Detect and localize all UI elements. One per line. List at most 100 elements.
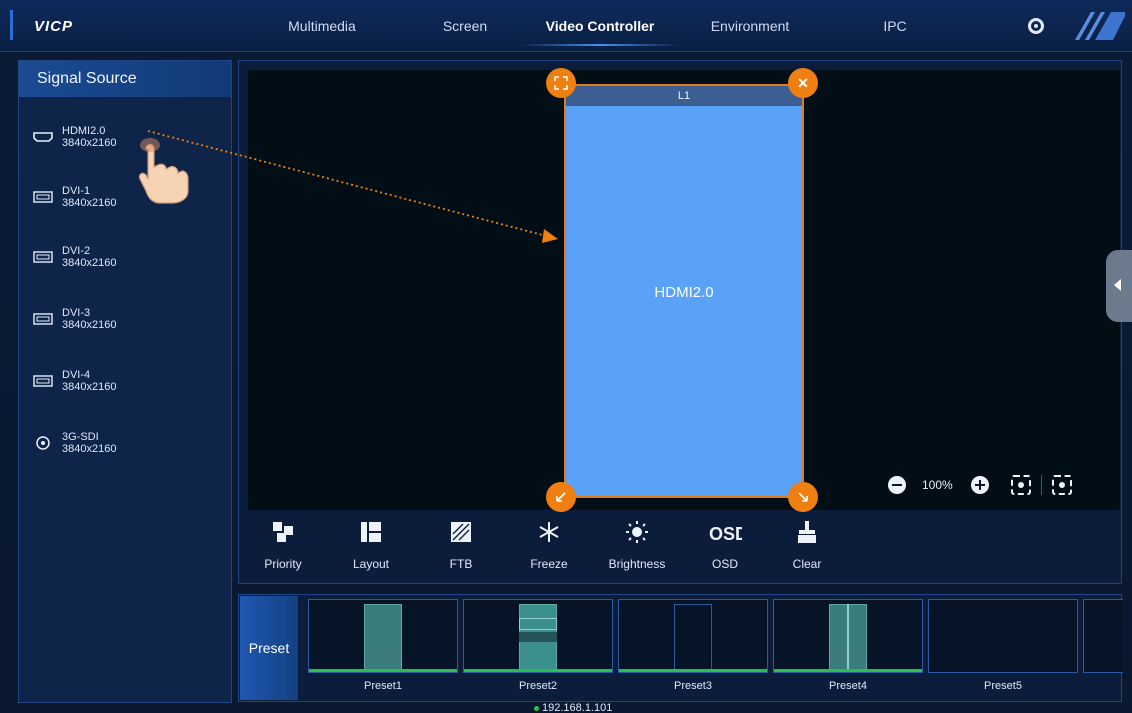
source-item-dvi-1[interactable]: DVI-1 3840x2160 [32, 185, 116, 209]
preset-layer-thumb [519, 632, 557, 642]
active-tab-indicator [520, 44, 680, 46]
preset-label: Preset3 [674, 680, 712, 692]
tool-ftb[interactable]: FTB [426, 520, 496, 571]
layout-icon [361, 522, 381, 542]
layer-window[interactable]: L1 HDMI2.0 [564, 84, 804, 498]
source-item-dvi-4[interactable]: DVI-4 3840x2160 [32, 369, 116, 393]
preset-label: Preset4 [829, 680, 867, 692]
source-item-dvi-2[interactable]: DVI-2 3840x2160 [32, 245, 116, 269]
resize-handle-bottom-left-icon[interactable] [546, 482, 576, 512]
source-resolution: 3840x2160 [62, 443, 117, 455]
collapse-panel-handle-icon[interactable] [1106, 250, 1132, 322]
preset-layer-divider [847, 604, 849, 670]
preset-layer-thumb [364, 604, 402, 670]
source-name: 3G-SDI [62, 431, 99, 443]
tab-multimedia[interactable]: Multimedia [262, 0, 382, 52]
zoom-level: 100% [922, 478, 953, 492]
tool-label: Layout [352, 557, 390, 571]
dvi-icon [33, 313, 53, 325]
source-resolution: 3840x2160 [62, 137, 117, 149]
dvi-icon [33, 375, 53, 387]
preset-thumbnail-2[interactable] [463, 599, 613, 673]
tool-label: Freeze [530, 557, 568, 571]
snowflake-icon [539, 522, 559, 542]
source-name: DVI-4 [62, 369, 91, 381]
source-text: HDMI2.0 3840x2160 [62, 125, 116, 149]
tab-label: Environment [710, 18, 790, 34]
preset-active-bar [774, 669, 922, 672]
resize-handle-bottom-right-icon[interactable] [788, 482, 818, 512]
tab-label: Video Controller [545, 18, 655, 34]
online-status-icon [534, 705, 539, 711]
tab-video-controller[interactable]: Video Controller [520, 0, 680, 52]
ip-address: 192.168.1.101 [542, 702, 613, 713]
source-item-3g-sdi[interactable]: 3G-SDI 3840x2160 [32, 431, 116, 455]
fit-screen-icon[interactable] [1010, 475, 1031, 495]
divider [1040, 475, 1042, 495]
layer-source-label: HDMI2.0 [654, 284, 714, 301]
tool-osd[interactable]: OSD OSD [690, 520, 760, 571]
tool-clear[interactable]: Clear [772, 520, 842, 571]
priority-icon [273, 522, 293, 542]
source-name: DVI-3 [62, 307, 91, 319]
tab-environment[interactable]: Environment [690, 0, 810, 52]
preset-thumbnail-1[interactable] [308, 599, 458, 673]
app-root: VICP Multimedia Screen Video Controller … [0, 0, 1132, 713]
drag-arrow-icon [147, 130, 558, 243]
preset-label: Preset1 [364, 680, 402, 692]
tab-label: IPC [883, 18, 907, 34]
osd-icon: OSD [709, 524, 748, 544]
preset-layer-thumb [674, 604, 712, 670]
zoom-out-icon[interactable] [888, 476, 906, 494]
source-text: 3G-SDI 3840x2160 [62, 431, 116, 455]
signal-source-title: Signal Source [19, 61, 231, 97]
source-resolution: 3840x2160 [62, 257, 117, 269]
close-layer-icon[interactable]: ✕ [788, 68, 818, 98]
settings-gear-icon[interactable] [1028, 18, 1044, 34]
preset-label: Preset2 [519, 680, 557, 692]
preset-thumbnail-3[interactable] [618, 599, 768, 673]
tool-label: Priority [264, 557, 302, 571]
preset-layer-thumb [519, 618, 557, 630]
tab-ipc[interactable]: IPC [860, 0, 930, 52]
tool-label: Brightness [608, 557, 666, 571]
source-text: DVI-3 3840x2160 [62, 307, 116, 331]
zoom-in-icon[interactable] [970, 476, 989, 494]
preset-active-bar [309, 669, 457, 672]
preset-thumbnail-4[interactable] [773, 599, 923, 673]
source-resolution: 3840x2160 [62, 319, 117, 331]
brand-accent-bar [10, 10, 13, 40]
svg-text:OSD: OSD [709, 524, 742, 544]
tool-label: OSD [711, 557, 738, 571]
preset-tag: Preset [240, 596, 298, 700]
source-name: HDMI2.0 [62, 125, 106, 137]
status-ip: 192.168.1.101 [534, 702, 612, 713]
tool-freeze[interactable]: Freeze [514, 520, 584, 571]
tool-brightness[interactable]: Brightness [602, 520, 672, 571]
decorative-stripes-icon [1075, 12, 1125, 40]
dvi-icon [33, 191, 53, 203]
source-resolution: 3840x2160 [62, 381, 117, 393]
source-item-dvi-3[interactable]: DVI-3 3840x2160 [32, 307, 116, 331]
source-name: DVI-1 [62, 185, 91, 197]
tab-label: Multimedia [288, 18, 356, 34]
tool-label: Clear [792, 557, 822, 571]
hdmi-icon [33, 132, 53, 142]
dvi-icon [33, 251, 53, 263]
tool-label: FTB [449, 557, 473, 571]
preset-thumbnail-6-partial[interactable] [1083, 599, 1123, 673]
source-text: DVI-1 3840x2160 [62, 185, 116, 209]
tab-label: Screen [442, 18, 488, 34]
preset-active-bar [464, 669, 612, 672]
source-resolution: 3840x2160 [62, 197, 117, 209]
preset-thumbnail-5[interactable] [928, 599, 1078, 673]
lock-layer-icon[interactable] [1051, 475, 1072, 495]
tool-layout[interactable]: Layout [336, 520, 406, 571]
tab-screen[interactable]: Screen [415, 0, 515, 52]
fullscreen-handle-icon[interactable] [546, 68, 576, 98]
source-item-hdmi[interactable]: HDMI2.0 3840x2160 [32, 125, 116, 149]
ftb-icon [451, 522, 471, 542]
layer-title: L1 [566, 86, 802, 106]
source-text: DVI-4 3840x2160 [62, 369, 116, 393]
tool-priority[interactable]: Priority [248, 520, 318, 571]
